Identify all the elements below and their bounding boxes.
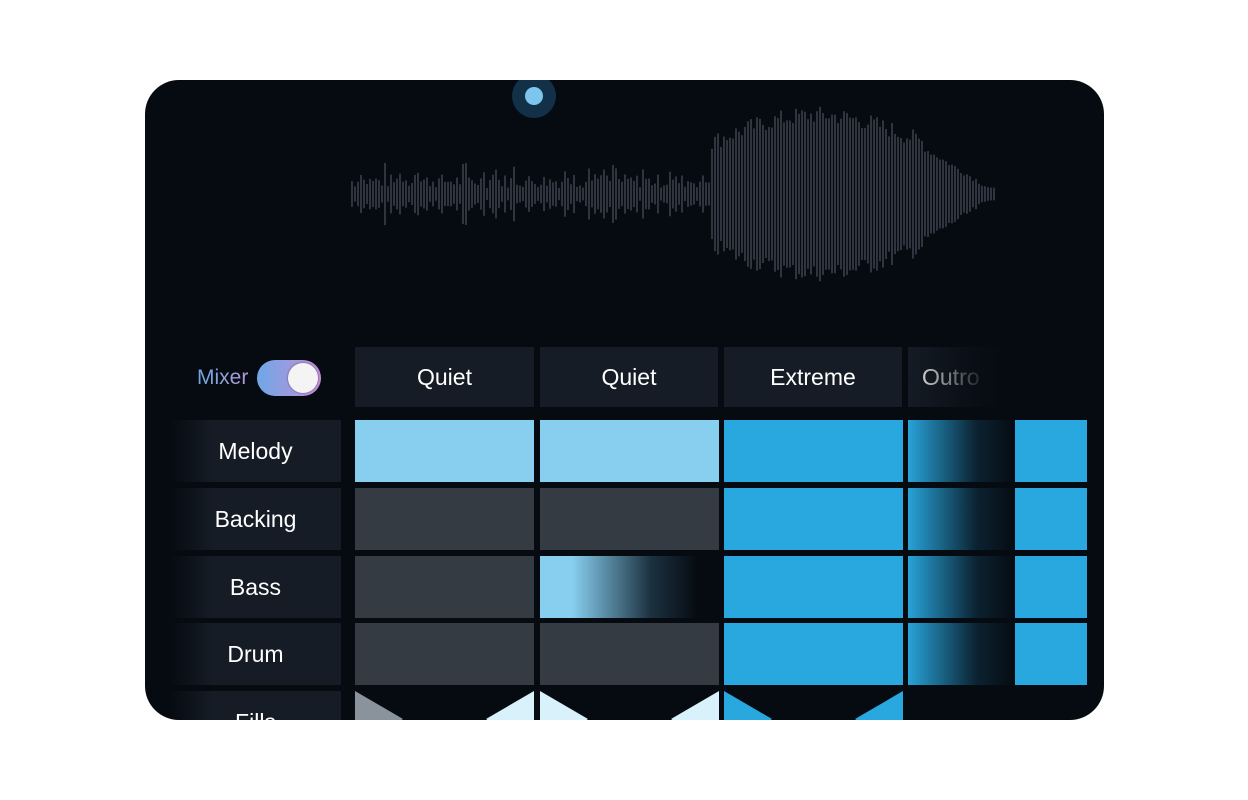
track-label-backing: Backing — [170, 488, 341, 550]
section-header-2[interactable]: Quiet — [540, 347, 718, 407]
track-cell-fills-1[interactable] — [355, 691, 534, 720]
track-cell-drum-2[interactable] — [540, 623, 719, 685]
track-cell-melody-3[interactable] — [724, 420, 903, 482]
section-header-4[interactable]: Outro — [908, 347, 998, 407]
track-cell-melody-2[interactable] — [540, 420, 719, 482]
track-cell-fills-3[interactable] — [724, 691, 903, 720]
track-cell-backing-4[interactable] — [908, 488, 1087, 550]
section-header-1[interactable]: Quiet — [355, 347, 534, 407]
track-cell-backing-1[interactable] — [355, 488, 534, 550]
track-cell-backing-3[interactable] — [724, 488, 903, 550]
track-cell-bass-3[interactable] — [724, 556, 903, 618]
track-label-bass: Bass — [170, 556, 341, 618]
track-cell-melody-4[interactable] — [908, 420, 1087, 482]
track-cell-melody-1[interactable] — [355, 420, 534, 482]
track-label-fills: Fills — [170, 691, 341, 720]
track-label-drum: Drum — [170, 623, 341, 685]
track-cell-drum-3[interactable] — [724, 623, 903, 685]
track-cell-bass-1[interactable] — [355, 556, 534, 618]
track-cell-bass-2[interactable] — [540, 556, 719, 618]
mixer-label: Mixer — [197, 366, 249, 389]
track-cell-drum-1[interactable] — [355, 623, 534, 685]
track-cell-bass-4[interactable] — [908, 556, 1087, 618]
track-cell-drum-4[interactable] — [908, 623, 1087, 685]
waveform — [351, 106, 995, 282]
section-header-3[interactable]: Extreme — [724, 347, 902, 407]
mixer-toggle-knob — [288, 363, 319, 393]
mixer-control: Mixer — [197, 359, 322, 397]
mixer-toggle[interactable] — [257, 360, 322, 396]
track-label-melody: Melody — [170, 420, 341, 482]
track-cell-fills-2[interactable] — [540, 691, 719, 720]
track-cell-backing-2[interactable] — [540, 488, 719, 550]
mixer-panel: Mixer Quiet Quiet Extreme Outro Melody B… — [145, 80, 1104, 720]
